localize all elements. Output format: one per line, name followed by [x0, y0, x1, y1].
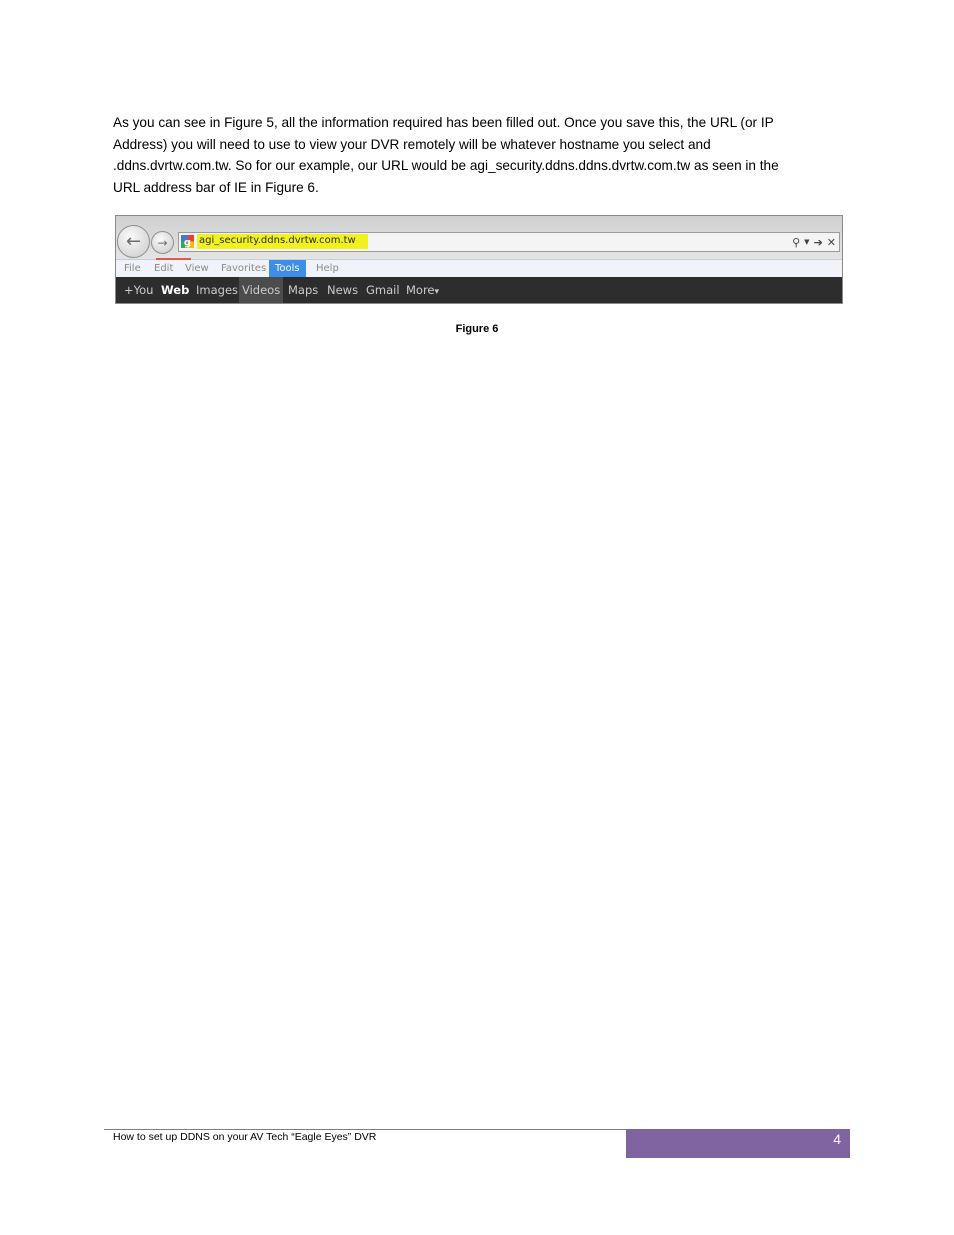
- gbar-news: News: [327, 283, 359, 297]
- tab-indicator: [156, 258, 191, 260]
- google-bar: +You Web Images Videos Maps News Gmail M…: [116, 277, 842, 303]
- address-bar-icons: ⚲ ▼ ➔ ✕: [792, 233, 836, 251]
- figure-6-browser-screenshot: ← → g agi_security.ddns.dvrtw.com.tw ⚲ ▼…: [115, 215, 843, 304]
- chevron-down-icon: ▾: [434, 287, 440, 297]
- page-number-box: 4: [626, 1129, 850, 1158]
- gbar-more: More▾: [406, 283, 440, 297]
- gbar-you: +You: [124, 283, 154, 297]
- body-paragraph: As you can see in Figure 5, all the info…: [113, 112, 833, 199]
- gbar-web: Web: [161, 283, 190, 297]
- menu-item-file: File: [124, 263, 141, 274]
- gbar-videos: Videos: [239, 277, 284, 303]
- paragraph-line: .ddns.dvrtw.com.tw. So for our example, …: [113, 158, 779, 174]
- menu-item-help: Help: [316, 263, 339, 274]
- gbar-gmail: Gmail: [366, 283, 400, 297]
- footer-divider: [104, 1129, 626, 1130]
- back-arrow-icon: ←: [117, 225, 150, 258]
- paragraph-line: URL address bar of IE in Figure 6.: [113, 180, 319, 196]
- paragraph-line: As you can see in Figure 5, all the info…: [113, 115, 774, 130]
- footer-title: How to set up DDNS on your AV Tech “Eagl…: [113, 1131, 377, 1143]
- search-icon: ⚲: [792, 235, 801, 249]
- url-text: agi_security.ddns.dvrtw.com.tw: [199, 235, 356, 246]
- browser-toolbar: ← → g agi_security.ddns.dvrtw.com.tw ⚲ ▼…: [116, 216, 842, 259]
- page-number: 4: [833, 1131, 841, 1147]
- menu-item-view: View: [185, 263, 209, 274]
- go-arrow-icon: ➔: [813, 235, 823, 249]
- address-bar: g agi_security.ddns.dvrtw.com.tw ⚲ ▼ ➔ ✕: [178, 232, 840, 252]
- gbar-maps: Maps: [288, 283, 319, 297]
- menu-bar: File Edit View Favorites Tools Help: [116, 258, 842, 278]
- menu-item-edit: Edit: [154, 263, 174, 274]
- stop-icon: ✕: [826, 235, 836, 249]
- google-favicon-icon: g: [181, 235, 194, 248]
- gbar-images: Images: [196, 283, 239, 297]
- menu-item-favorites: Favorites: [221, 263, 267, 274]
- menu-item-tools: Tools: [269, 260, 306, 278]
- paragraph-line: Address) you will need to use to view yo…: [113, 136, 711, 152]
- svg-text:g: g: [184, 238, 191, 249]
- forward-arrow-icon: →: [151, 231, 174, 254]
- dropdown-icon: ▼: [804, 238, 810, 246]
- figure-caption: Figure 6: [455, 323, 499, 335]
